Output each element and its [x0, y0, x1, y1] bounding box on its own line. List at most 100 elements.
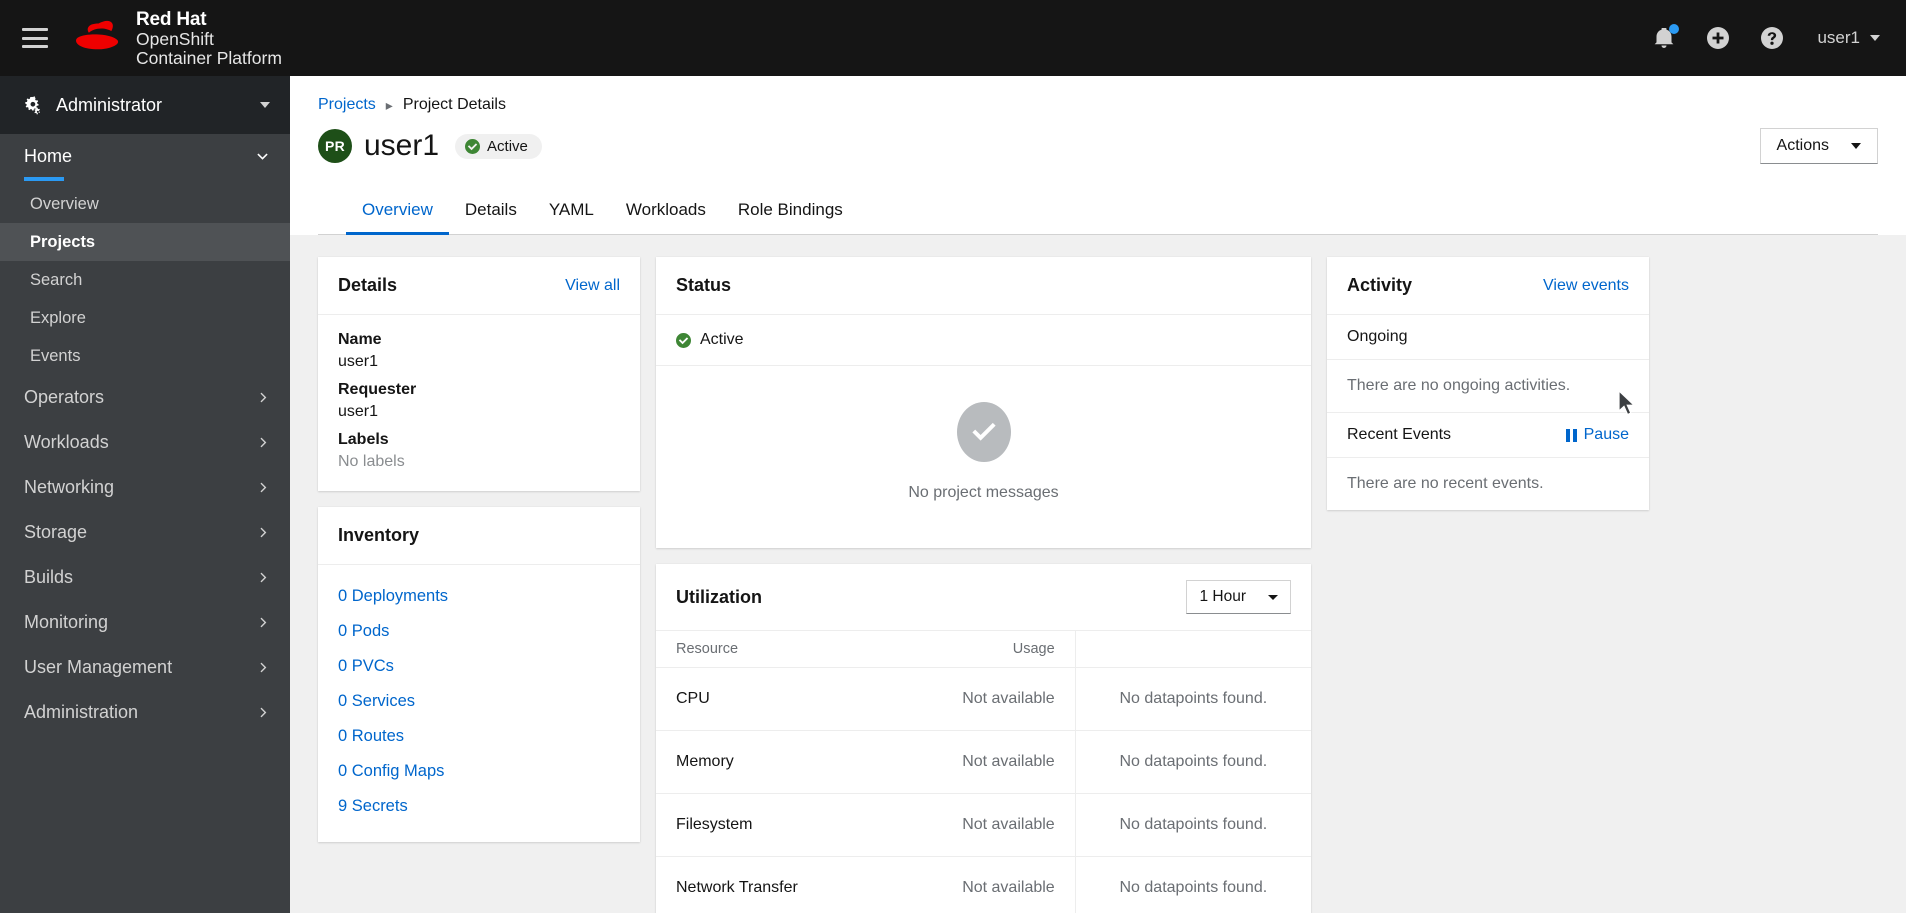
- sidebar-item-administration-label: Administration: [24, 702, 139, 722]
- notification-bell-icon[interactable]: [1651, 24, 1680, 51]
- sidebar-item-user-management[interactable]: User Management: [0, 645, 290, 690]
- perspective-switcher[interactable]: Administrator: [0, 76, 290, 134]
- utilization-card: Utilization 1 Hour Resource Usage CPU No…: [656, 564, 1311, 913]
- details-card-title: Details: [338, 275, 398, 295]
- dashboard-left-column: Details View all Name user1 Requester us…: [318, 257, 640, 842]
- hamburger-menu-icon[interactable]: [22, 28, 48, 48]
- utilization-row-memory-chart: No datapoints found.: [1074, 730, 1311, 794]
- chevron-right-icon: [257, 436, 270, 449]
- details-card-body: Name user1 Requester user1 Labels No lab…: [318, 315, 640, 491]
- pause-events-button[interactable]: Pause: [1565, 426, 1629, 444]
- pause-icon: [1565, 428, 1577, 442]
- inventory-item-pvcs[interactable]: 0 PVCs: [338, 649, 620, 684]
- actions-button[interactable]: Actions: [1759, 128, 1878, 164]
- red-hat-logo-icon: [76, 20, 119, 50]
- breadcrumb-separator-icon: ▸: [385, 96, 393, 113]
- utilization-row-filesystem-usage: Not available: [931, 793, 1076, 857]
- status-card-header: Status: [656, 257, 1311, 315]
- sidebar-item-search[interactable]: Search: [0, 261, 290, 299]
- chevron-down-icon: [1268, 594, 1278, 600]
- sidebar-item-builds-label: Builds: [24, 567, 74, 587]
- nav-section-home-header[interactable]: Home: [0, 134, 290, 173]
- sidebar-item-monitoring-label: Monitoring: [24, 612, 109, 632]
- sidebar-item-operators[interactable]: Operators: [0, 375, 290, 420]
- sidebar-item-storage[interactable]: Storage: [0, 510, 290, 555]
- nav-active-section-indicator: [24, 177, 64, 181]
- details-field-name-value: user1: [338, 353, 379, 370]
- user-menu[interactable]: user1: [1817, 28, 1880, 48]
- perspective-label: Administrator: [56, 94, 163, 115]
- inventory-card: Inventory 0 Deployments 0 Pods 0 PVCs 0 …: [318, 507, 640, 842]
- utilization-row-memory-usage: Not available: [931, 730, 1076, 794]
- tab-workloads[interactable]: Workloads: [610, 186, 722, 235]
- tab-yaml[interactable]: YAML: [533, 186, 610, 235]
- chevron-right-icon: [257, 391, 270, 404]
- utilization-row-filesystem-chart: No datapoints found.: [1074, 793, 1311, 857]
- brand-logo[interactable]: Red Hat OpenShift Container Platform: [70, 9, 282, 67]
- brand-redhat-label: Red Hat: [136, 8, 207, 30]
- actions-button-label: Actions: [1776, 137, 1829, 154]
- sidebar-item-overview[interactable]: Overview: [0, 185, 290, 223]
- chevron-right-icon: [257, 481, 270, 494]
- utilization-duration-value: 1 Hour: [1199, 588, 1246, 605]
- status-card-empty-state: No project messages: [656, 366, 1311, 548]
- status-card-state-label: Active: [700, 331, 744, 348]
- utilization-col-usage: Usage: [931, 631, 1076, 668]
- view-events-link[interactable]: View events: [1543, 277, 1629, 295]
- inventory-item-secrets[interactable]: 9 Secrets: [338, 789, 620, 824]
- inventory-item-pods[interactable]: 0 Pods: [338, 614, 620, 649]
- breadcrumb-current: Project Details: [402, 96, 506, 113]
- details-view-all-link[interactable]: View all: [565, 277, 620, 295]
- inventory-item-config-maps[interactable]: 0 Config Maps: [338, 754, 620, 789]
- sidebar-item-projects[interactable]: Projects: [0, 223, 290, 261]
- sidebar-item-explore[interactable]: Explore: [0, 299, 290, 337]
- help-question-circle-icon[interactable]: [1759, 25, 1785, 51]
- plus-circle-icon[interactable]: [1705, 25, 1731, 51]
- pause-events-label: Pause: [1583, 426, 1629, 443]
- tab-bar: Overview Details YAML Workloads Role Bin…: [318, 186, 1878, 235]
- chevron-down-icon: [1851, 143, 1861, 149]
- dashboard-grid: Details View all Name user1 Requester us…: [290, 235, 1906, 913]
- sidebar-item-workloads-label: Workloads: [24, 432, 109, 452]
- utilization-card-title: Utilization: [676, 586, 762, 607]
- utilization-duration-select[interactable]: 1 Hour: [1186, 580, 1291, 614]
- masthead: Red Hat OpenShift Container Platform use…: [0, 0, 1906, 76]
- details-field-requester-value: user1: [338, 403, 379, 420]
- table-row: Filesystem Not available No datapoints f…: [656, 793, 1311, 857]
- page-title-row: PR user1 Active Actions: [318, 128, 1878, 168]
- inventory-item-deployments[interactable]: 0 Deployments: [338, 579, 620, 614]
- details-card: Details View all Name user1 Requester us…: [318, 257, 640, 491]
- inventory-card-title: Inventory: [338, 525, 420, 545]
- chevron-right-icon: [257, 526, 270, 539]
- inventory-card-header: Inventory: [318, 507, 640, 565]
- tab-role-bindings[interactable]: Role Bindings: [722, 186, 859, 235]
- sidebar-item-workloads[interactable]: Workloads: [0, 420, 290, 465]
- utilization-row-network-usage: Not available: [931, 856, 1076, 913]
- breadcrumb: Projects ▸ Project Details: [318, 96, 1878, 114]
- sidebar: Administrator Home Overview Projects Sea…: [0, 76, 290, 913]
- cogs-icon: [24, 95, 43, 115]
- activity-recent-events-empty: There are no recent events.: [1347, 475, 1544, 492]
- check-circle-icon: [465, 138, 481, 154]
- inventory-item-services[interactable]: 0 Services: [338, 684, 620, 719]
- dashboard-middle-column: Status Active No project messages Utiliz…: [656, 257, 1311, 913]
- tab-overview[interactable]: Overview: [346, 186, 449, 235]
- inventory-item-routes[interactable]: 0 Routes: [338, 719, 620, 754]
- dashboard-right-column: Activity View events Ongoing There are n…: [1327, 257, 1649, 510]
- sidebar-item-events[interactable]: Events: [0, 337, 290, 375]
- nav-section-home: Home Overview Projects Search Explore Ev…: [0, 134, 290, 375]
- status-badge-label: Active: [487, 137, 528, 155]
- page-title: user1: [364, 129, 440, 162]
- tab-details[interactable]: Details: [449, 186, 533, 235]
- breadcrumb-projects-link[interactable]: Projects: [318, 96, 376, 114]
- sidebar-item-administration[interactable]: Administration: [0, 690, 290, 735]
- sidebar-item-monitoring[interactable]: Monitoring: [0, 600, 290, 645]
- sidebar-item-builds[interactable]: Builds: [0, 555, 290, 600]
- activity-ongoing-empty: There are no ongoing activities.: [1327, 360, 1649, 413]
- activity-ongoing-header: Ongoing: [1327, 315, 1649, 360]
- masthead-toolbar: user1: [1651, 24, 1906, 51]
- utilization-row-cpu-chart: No datapoints found.: [1074, 667, 1311, 731]
- table-row: Network Transfer Not available No datapo…: [656, 856, 1311, 913]
- activity-card: Activity View events Ongoing There are n…: [1327, 257, 1649, 510]
- sidebar-item-networking[interactable]: Networking: [0, 465, 290, 510]
